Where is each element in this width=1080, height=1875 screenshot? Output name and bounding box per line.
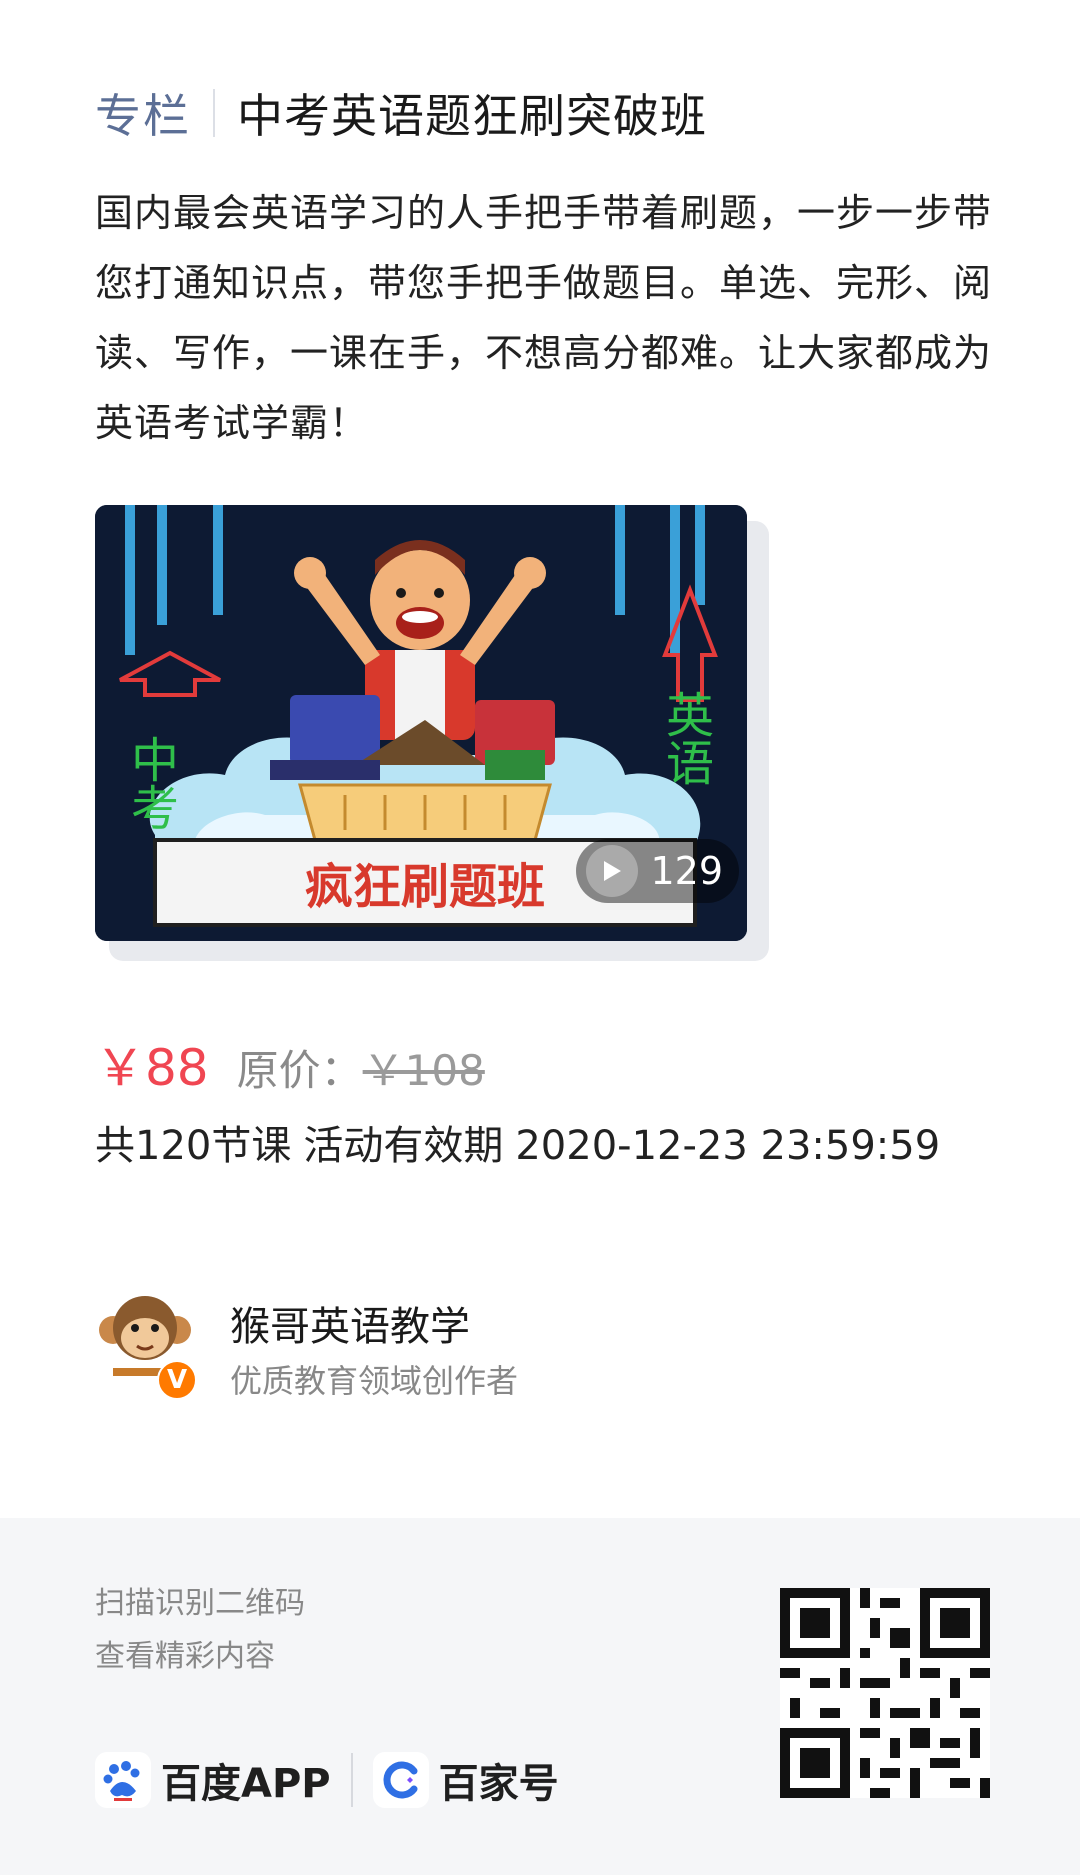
- play-icon: [586, 845, 639, 897]
- validity-date: 2020-12-23 23:59:59: [515, 1123, 941, 1169]
- cover-right-text: 英语: [657, 690, 713, 786]
- cover-card[interactable]: 疯狂刷题班 中考 英语 129: [95, 505, 775, 965]
- baidu-app-name: 百度APP: [161, 1761, 331, 1807]
- cover-banner-text: 疯狂刷题班: [305, 859, 545, 915]
- lesson-count: 共120节课: [95, 1123, 292, 1169]
- video-count: 129: [650, 849, 723, 893]
- baijiahao-icon: [372, 1752, 429, 1808]
- brand-divider: [350, 1753, 353, 1807]
- baijiahao-brand[interactable]: 百家号: [372, 1751, 559, 1809]
- author-name[interactable]: 猴哥英语教学: [230, 1294, 470, 1352]
- video-count-pill[interactable]: 129: [576, 839, 739, 903]
- original-price-label: 原价：: [236, 1046, 363, 1095]
- header-divider: [213, 89, 215, 137]
- course-meta: 共120节课 活动有效期 2020-12-23 23:59:59: [95, 1113, 940, 1171]
- validity-label: 活动有效期: [303, 1123, 504, 1169]
- scan-hint-line1: 扫描识别二维码: [95, 1586, 305, 1621]
- price-row: ￥88 原价： ￥108: [95, 1028, 485, 1100]
- verified-badge: V: [157, 1360, 197, 1400]
- author-card[interactable]: V 猴哥英语教学 优质教育领域创作者: [95, 1290, 895, 1410]
- original-price: ￥108: [362, 1046, 485, 1095]
- baijiahao-name: 百家号: [438, 1761, 559, 1807]
- brand-logos: 百度APP 百家号: [95, 1748, 559, 1812]
- author-description: 优质教育领域创作者: [230, 1362, 519, 1400]
- current-price: ￥88: [95, 1039, 209, 1097]
- cover-left-text: 中考: [122, 735, 178, 831]
- scan-hint-line2: 查看精彩内容: [95, 1639, 275, 1674]
- cover-image[interactable]: 疯狂刷题班 中考 英语 129: [95, 505, 747, 941]
- page-title: 中考英语题狂刷突破班: [237, 89, 707, 143]
- qr-code: [780, 1588, 990, 1798]
- column-header: 专栏 中考英语题狂刷突破班: [95, 78, 707, 148]
- baidu-paw-icon: [95, 1752, 151, 1808]
- column-description: 国内最会英语学习的人手把手带着刷题，一步一步带您打通知识点，带您手把手做题目。单…: [95, 191, 993, 445]
- baidu-app-brand[interactable]: 百度APP: [95, 1751, 331, 1809]
- column-tag[interactable]: 专栏: [95, 80, 191, 146]
- avatar[interactable]: V: [95, 1290, 197, 1400]
- footer: 扫描识别二维码 查看精彩内容 百度APP 百家号: [0, 1518, 1080, 1875]
